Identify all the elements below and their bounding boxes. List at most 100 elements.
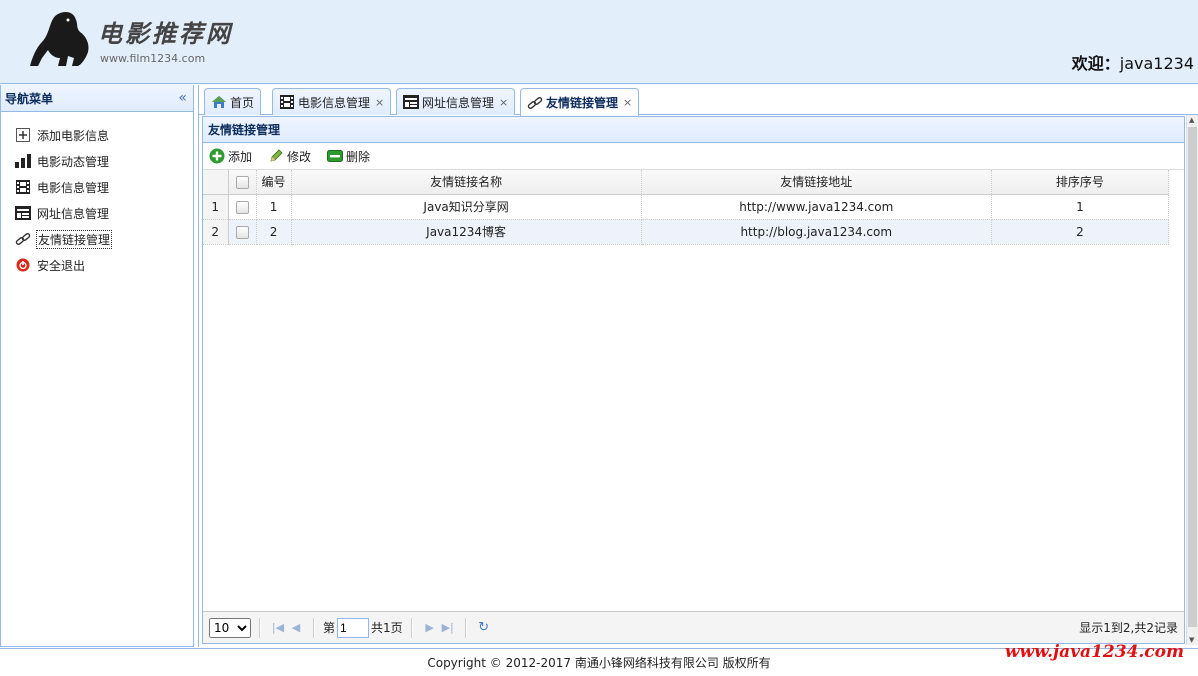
main-area: 首页 电影信息管理 × 网址信息管理 × 友情链接管理 × 友情链接管理 添加 … bbox=[198, 85, 1198, 647]
page-number-input[interactable] bbox=[337, 617, 370, 638]
column-header-name[interactable]: 友情链接名称 bbox=[291, 170, 642, 195]
link-icon bbox=[527, 95, 543, 111]
cell-url: http://www.java1234.com bbox=[641, 194, 992, 220]
friend-links-panel: 友情链接管理 添加 修改 删除 编号 友情链接名称 友情链接地址 排序序号 1 … bbox=[202, 116, 1185, 644]
welcome-label: 欢迎： bbox=[1071, 54, 1120, 73]
first-page-icon[interactable]: |◀ bbox=[269, 621, 287, 634]
pager-separator bbox=[259, 617, 261, 638]
sidebar-item-friend-links[interactable]: 友情链接管理 bbox=[1, 226, 193, 252]
cell-name: Java1234博客 bbox=[291, 219, 642, 245]
logo[interactable]: 电影推荐网 www.film1234.com bbox=[28, 8, 248, 72]
table-row[interactable]: 1 1 Java知识分享网 http://www.java1234.com 1 bbox=[203, 194, 1170, 220]
row-number: 1 bbox=[203, 194, 229, 220]
page-total: 共1页 bbox=[371, 621, 403, 635]
sidebar-item-label: 安全退出 bbox=[37, 258, 86, 273]
bar-chart-icon bbox=[15, 153, 31, 169]
table-row[interactable]: 2 2 Java1234博客 http://blog.java1234.com … bbox=[203, 219, 1170, 245]
delete-button-label: 删除 bbox=[346, 149, 371, 164]
edit-button-label: 修改 bbox=[287, 149, 312, 164]
tab-movie-info[interactable]: 电影信息管理 × bbox=[272, 88, 392, 115]
double-chevron-left-icon[interactable]: « bbox=[178, 90, 187, 106]
vertical-scrollbar[interactable]: ▲ ▼ bbox=[1186, 115, 1198, 645]
logo-title: 电影推荐网 bbox=[98, 19, 233, 48]
sidebar-item-movie-news[interactable]: 电影动态管理 bbox=[1, 148, 193, 174]
column-header-order[interactable]: 排序序号 bbox=[991, 170, 1170, 195]
add-icon bbox=[15, 127, 31, 143]
pencil-icon bbox=[268, 148, 284, 164]
last-page-icon[interactable]: ▶| bbox=[439, 621, 457, 634]
plus-icon bbox=[209, 148, 225, 164]
welcome-text: 欢迎：java1234 bbox=[1072, 50, 1194, 74]
add-button-label: 添加 bbox=[228, 149, 253, 164]
cell-url: http://blog.java1234.com bbox=[641, 219, 992, 245]
row-checkbox[interactable] bbox=[235, 225, 249, 239]
scroll-up-icon[interactable]: ▲ bbox=[1189, 116, 1194, 124]
pager-separator bbox=[313, 617, 315, 638]
delete-button[interactable]: 删除 bbox=[327, 148, 370, 165]
grid-header-row: 编号 友情链接名称 友情链接地址 排序序号 bbox=[203, 170, 1170, 195]
cell-order: 1 bbox=[991, 194, 1170, 220]
cell-id: 2 bbox=[256, 219, 292, 245]
refresh-icon[interactable]: ↻ bbox=[475, 620, 493, 635]
tab-label: 网址信息管理 bbox=[422, 95, 495, 110]
page-info: 显示1到2,共2记录 bbox=[1079, 621, 1178, 635]
scrollbar-thumb[interactable] bbox=[1188, 127, 1197, 627]
next-page-icon[interactable]: ▶ bbox=[421, 621, 439, 634]
sidebar-item-movie-info[interactable]: 电影信息管理 bbox=[1, 174, 193, 200]
power-icon bbox=[15, 257, 31, 273]
select-all-header bbox=[228, 170, 257, 195]
gorilla-logo-icon bbox=[30, 12, 89, 66]
cell-name: Java知识分享网 bbox=[291, 194, 642, 220]
web-page-icon bbox=[15, 205, 31, 221]
sidebar-item-logout[interactable]: 安全退出 bbox=[1, 252, 193, 278]
scroll-down-icon[interactable]: ▼ bbox=[1189, 636, 1194, 644]
tab-friend-links[interactable]: 友情链接管理 × bbox=[520, 88, 640, 116]
prev-page-icon[interactable]: ◀ bbox=[287, 621, 305, 634]
sidebar-item-website-info[interactable]: 网址信息管理 bbox=[1, 200, 193, 226]
link-icon bbox=[15, 231, 31, 247]
cell-id: 1 bbox=[256, 194, 292, 220]
pagination-bar: 10 |◀ ◀ 第 共1页 ▶ ▶| ↻ 显示1到2,共2记录 bbox=[203, 611, 1184, 643]
tab-bar: 首页 电影信息管理 × 网址信息管理 × 友情链接管理 × bbox=[199, 85, 1198, 116]
column-header-url[interactable]: 友情链接地址 bbox=[641, 170, 992, 195]
tab-label: 友情链接管理 bbox=[546, 96, 619, 110]
sidebar-item-label: 友情链接管理 bbox=[36, 229, 113, 249]
close-icon[interactable]: × bbox=[623, 96, 632, 109]
row-select-cell bbox=[228, 219, 257, 245]
film-icon bbox=[15, 179, 31, 195]
sidebar-item-add-movie[interactable]: 添加电影信息 bbox=[1, 122, 193, 148]
tab-website-info[interactable]: 网址信息管理 × bbox=[396, 88, 516, 115]
logo-url: www.film1234.com bbox=[100, 52, 206, 65]
tab-home[interactable]: 首页 bbox=[204, 88, 262, 115]
sidebar-item-label: 电影动态管理 bbox=[37, 154, 110, 169]
row-number: 2 bbox=[203, 219, 229, 245]
pager-separator bbox=[464, 617, 467, 638]
watermark: www.java1234.com bbox=[1004, 642, 1184, 662]
username: java1234 bbox=[1119, 54, 1194, 73]
sidebar-item-label: 电影信息管理 bbox=[37, 180, 110, 195]
close-icon[interactable]: × bbox=[375, 96, 384, 109]
cell-order: 2 bbox=[991, 219, 1170, 245]
web-page-icon bbox=[403, 94, 419, 110]
tab-label: 首页 bbox=[230, 95, 255, 110]
pager-separator bbox=[410, 617, 413, 638]
toolbar: 添加 修改 删除 bbox=[203, 143, 1184, 170]
copyright-text: Copyright © 2012-2017 南通小锋网络科技有限公司 版权所有 bbox=[427, 656, 771, 670]
minus-icon bbox=[327, 148, 344, 164]
home-icon bbox=[211, 94, 227, 110]
row-select-cell bbox=[228, 194, 257, 220]
sidebar: 导航菜单 « 添加电影信息 电影动态管理 电影信息管理 网址信息管理 友情链接管… bbox=[0, 85, 194, 647]
add-button[interactable]: 添加 bbox=[209, 148, 252, 165]
row-checkbox[interactable] bbox=[235, 200, 249, 214]
sidebar-item-label: 网址信息管理 bbox=[37, 206, 110, 221]
nav-menu: 添加电影信息 电影动态管理 电影信息管理 网址信息管理 友情链接管理 安全退出 bbox=[1, 112, 193, 278]
edit-button[interactable]: 修改 bbox=[268, 148, 311, 165]
page-size-select[interactable]: 10 bbox=[209, 617, 251, 638]
select-all-checkbox[interactable] bbox=[235, 175, 249, 189]
rownum-header bbox=[203, 170, 229, 195]
tab-label: 电影信息管理 bbox=[298, 95, 371, 110]
sidebar-header: 导航菜单 « bbox=[1, 85, 193, 112]
column-header-id[interactable]: 编号 bbox=[256, 170, 292, 195]
film-icon bbox=[279, 94, 295, 110]
close-icon[interactable]: × bbox=[499, 96, 508, 109]
